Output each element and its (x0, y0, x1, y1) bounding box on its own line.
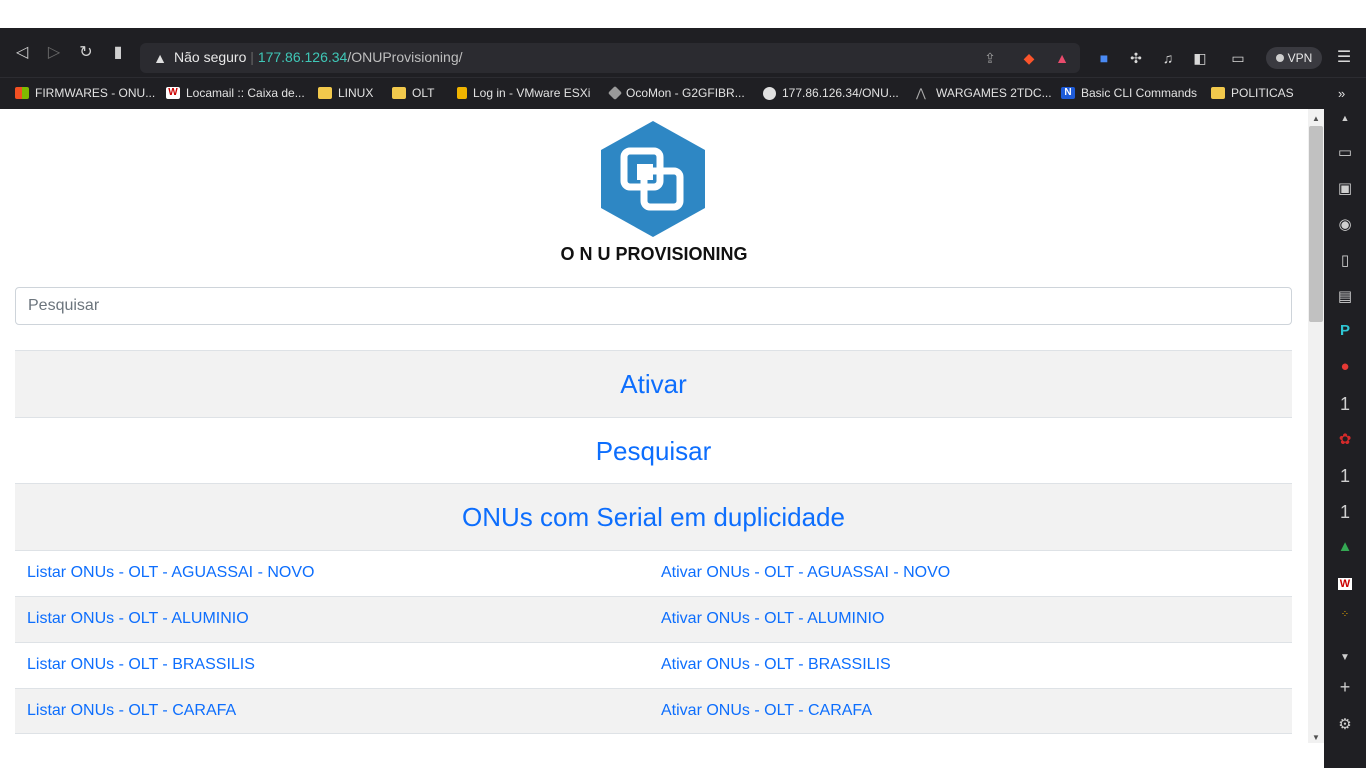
globe-icon (763, 86, 776, 100)
menu-item-ativar[interactable]: Ativar (15, 350, 1292, 417)
bookmark-item[interactable]: N Basic CLI Commands (1061, 86, 1197, 100)
dots-app-icon[interactable]: ⁘ (1324, 609, 1366, 620)
url-display[interactable]: Não seguro | 177.86.126.34/ONUProvisioni… (174, 49, 463, 65)
folder-icon (318, 87, 332, 99)
sidebar-scroll-up-icon[interactable]: ▲ (1324, 113, 1366, 123)
vpn-status-icon (1275, 54, 1284, 62)
wallet-icon[interactable]: ▭ (1228, 49, 1248, 67)
extensions-icon[interactable]: ✣ (1126, 49, 1146, 67)
bookmarks-panel-icon[interactable]: ▯ (1324, 251, 1366, 269)
share-icon[interactable]: ⇪ (980, 49, 1000, 67)
bookmark-label: WARGAMES 2TDC... (936, 86, 1052, 100)
huawei-icon[interactable]: ✿ (1324, 430, 1366, 448)
video-icon[interactable]: ▭ (1324, 143, 1366, 161)
bookmark-icon[interactable]: ▮ (108, 43, 128, 63)
folder-icon (1211, 87, 1225, 99)
bookmark-label: LINUX (338, 86, 374, 100)
bookmark-item[interactable]: OLT (392, 86, 434, 100)
wallet-icon[interactable]: ▣ (1324, 179, 1366, 197)
menu-icon[interactable]: ☰ (1334, 49, 1354, 67)
bookmark-item[interactable]: LINUX (318, 86, 373, 100)
bookmark-label: POLITICAS (1231, 86, 1294, 100)
sidebar-toggle-icon[interactable]: ◧ (1190, 49, 1210, 67)
sidebar-number[interactable]: 1 (1324, 502, 1366, 523)
bookmark-item[interactable]: W Locamail :: Caixa de... (166, 86, 305, 100)
gear-icon[interactable]: ⚙ (1324, 715, 1366, 733)
activate-onus-link[interactable]: Ativar ONUs - OLT - BRASSILIS (661, 656, 891, 674)
leo-ai-icon[interactable]: ◉ (1324, 215, 1366, 233)
bookmark-item[interactable]: Log in - VMware ESXi (457, 86, 590, 100)
bookmark-item[interactable]: OcoMon - G2GFIBR... (607, 85, 745, 101)
menu-item-label: Ativar (620, 369, 687, 399)
google-drive-icon[interactable]: ▲ (1324, 538, 1366, 555)
scroll-up-icon[interactable]: ▲ (1308, 114, 1324, 123)
bookmark-label: 177.86.126.34/ONU... (782, 86, 899, 100)
menu-item-label: ONUs com Serial em duplicidade (462, 502, 845, 532)
page-title: O N U PROVISIONING (560, 244, 748, 264)
list-onus-link[interactable]: Listar ONUs - OLT - BRASSILIS (27, 656, 255, 674)
translate-icon[interactable]: ■ (1094, 49, 1114, 67)
activate-onus-link[interactable]: Ativar ONUs - OLT - ALUMINIO (661, 610, 884, 628)
tp-link-icon[interactable]: P (1324, 322, 1366, 339)
mail-m-icon[interactable]: ● (1324, 358, 1366, 375)
page-content: O N U PROVISIONING Ativar Pesquisar ONUs… (0, 109, 1308, 768)
bookmark-label: FIRMWARES - ONU... (35, 86, 156, 100)
url-path: /ONUProvisioning/ (347, 49, 463, 65)
scroll-down-icon[interactable]: ▼ (1308, 733, 1324, 742)
back-icon[interactable]: ◁ (12, 43, 32, 63)
activate-onus-link[interactable]: Ativar ONUs - OLT - CARAFA (661, 702, 872, 720)
bookmark-item[interactable]: FIRMWARES - ONU... (15, 86, 155, 100)
olt-row: Listar ONUs - OLT - CARAFA Ativar ONUs -… (15, 688, 1292, 734)
list-onus-link[interactable]: Listar ONUs - OLT - CARAFA (27, 702, 236, 720)
olt-row: Listar ONUs - OLT - AGUASSAI - NOVO Ativ… (15, 550, 1292, 596)
bookmark-label: Locamail :: Caixa de... (186, 86, 305, 100)
windows-icon (15, 87, 29, 99)
sidebar-number[interactable]: 1 (1324, 394, 1366, 415)
folder-icon (392, 87, 406, 99)
url-host: 177.86.126.34 (257, 49, 348, 65)
sidebar-more-icon[interactable]: ▼ (1324, 652, 1366, 663)
onu-provisioning-logo (601, 121, 705, 237)
scrollbar-thumb[interactable] (1309, 126, 1323, 322)
media-icon[interactable]: ♫ (1158, 49, 1178, 67)
bookmark-label: Basic CLI Commands (1081, 86, 1198, 100)
more-bookmarks-icon[interactable]: » (1338, 86, 1345, 101)
bookmark-item[interactable]: POLITICAS (1211, 86, 1294, 100)
olt-row: Listar ONUs - OLT - ALUMINIO Ativar ONUs… (15, 596, 1292, 642)
vpn-button[interactable]: VPN (1266, 47, 1322, 69)
activate-onus-link[interactable]: Ativar ONUs - OLT - AGUASSAI - NOVO (661, 564, 950, 582)
tab-strip (0, 0, 1366, 29)
browser-sidebar: ▲ ▭ ▣ ◉ ▯ ▤ P ● 1 ✿ 1 1 ▲ W ⁘ ▼ + ⚙ (1324, 109, 1366, 768)
warning-icon[interactable]: ▲ (150, 49, 170, 67)
wargames-icon: ⋀ (916, 86, 926, 100)
menu-item-pesquisar[interactable]: Pesquisar (15, 417, 1292, 484)
menu-item-label: Pesquisar (595, 436, 712, 466)
forward-icon[interactable]: ▷ (44, 43, 64, 63)
bookmarks-bar: FIRMWARES - ONU... W Locamail :: Caixa d… (0, 77, 1366, 110)
ocomon-icon (607, 85, 623, 101)
bookmark-item[interactable]: ⋀ WARGAMES 2TDC... (916, 86, 1052, 100)
menu-item-duplicate-serial[interactable]: ONUs com Serial em duplicidade (15, 483, 1292, 550)
w-logo-icon: W (166, 87, 180, 99)
reading-list-icon[interactable]: ▤ (1324, 287, 1366, 305)
sidebar-number[interactable]: 1 (1324, 466, 1366, 487)
reload-icon[interactable]: ↻ (76, 43, 96, 63)
list-onus-link[interactable]: Listar ONUs - OLT - AGUASSAI - NOVO (27, 564, 314, 582)
n-logo-icon: N (1061, 87, 1075, 99)
bookmark-item[interactable]: 177.86.126.34/ONU... (763, 86, 899, 100)
bookmark-label: OLT (412, 86, 435, 100)
add-panel-icon[interactable]: + (1324, 677, 1366, 698)
search-input[interactable] (15, 287, 1292, 325)
olt-row: Listar ONUs - OLT - BRASSILIS Ativar ONU… (15, 642, 1292, 688)
vpn-label: VPN (1287, 51, 1313, 65)
brave-rewards-icon[interactable]: ▲ (1052, 49, 1072, 67)
list-onus-link[interactable]: Listar ONUs - OLT - ALUMINIO (27, 610, 249, 628)
brave-shields-icon[interactable]: ◆ (1019, 49, 1039, 67)
bookmark-label: Log in - VMware ESXi (473, 86, 591, 100)
bookmark-label: OcoMon - G2GFIBR... (626, 86, 745, 100)
w-app-icon[interactable]: W (1324, 574, 1366, 591)
security-label: Não seguro (174, 49, 247, 65)
vmware-icon (457, 87, 467, 99)
